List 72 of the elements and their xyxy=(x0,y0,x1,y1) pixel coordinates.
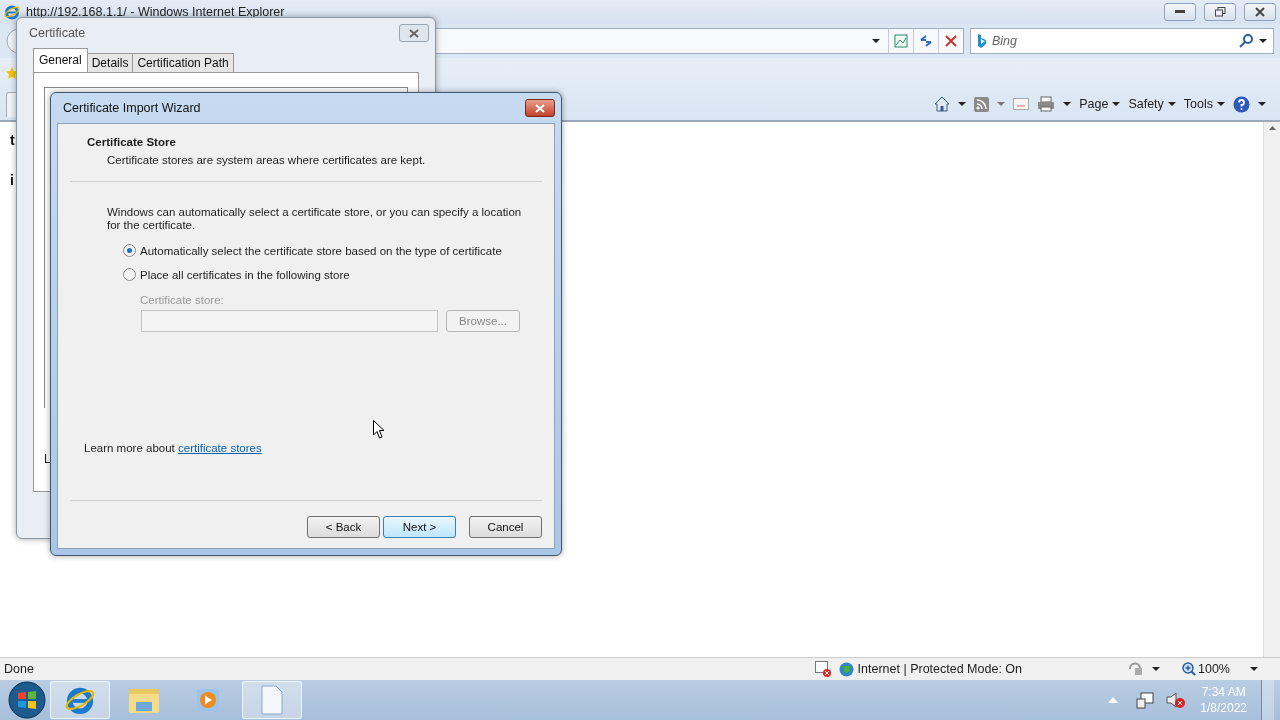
taskbar-button[interactable] xyxy=(50,681,110,719)
page-heading: i xyxy=(10,172,14,188)
zoom-level[interactable]: 100% xyxy=(1198,662,1230,676)
minimize-icon xyxy=(1175,10,1185,14)
folder-icon xyxy=(128,686,160,714)
close-icon xyxy=(535,103,545,113)
dropdown-caret[interactable] xyxy=(1152,667,1160,671)
start-button[interactable] xyxy=(8,681,46,719)
radio-button[interactable] xyxy=(123,244,136,257)
dialog-title: Certificate xyxy=(29,26,87,40)
dialog-tab[interactable]: General xyxy=(33,48,88,72)
dropdown-caret[interactable] xyxy=(1250,667,1258,671)
dropdown-caret[interactable] xyxy=(1259,39,1267,43)
close-button[interactable] xyxy=(525,99,555,117)
zone-text: Internet | Protected Mode: On xyxy=(857,662,1022,676)
feed-icon[interactable] xyxy=(974,96,990,112)
wizard-button[interactable]: Cancel xyxy=(469,516,542,538)
learn-more-text: Learn more about certificate stores xyxy=(84,442,263,454)
wizard-button[interactable]: < Back xyxy=(307,516,380,538)
volume-muted-icon[interactable] xyxy=(1166,691,1187,709)
close-icon xyxy=(409,28,419,38)
radio-label: Automatically select the certificate store based on the type of certificate xyxy=(140,244,502,257)
partial-text: L xyxy=(44,452,51,466)
certificate-stores-link[interactable]: certificate stores xyxy=(178,442,262,454)
page-heading: t xyxy=(10,132,15,148)
dialog-title: Certificate Import Wizard xyxy=(63,101,202,115)
window-title: http://192.168.1.1/ - Windows Internet Explorer xyxy=(26,5,286,19)
field-label: Certificate store: xyxy=(140,294,225,306)
star-icon[interactable] xyxy=(6,67,18,79)
dropdown-caret[interactable] xyxy=(1063,102,1072,106)
browser-icon xyxy=(65,685,95,715)
blocked-page-icon[interactable] xyxy=(814,661,831,677)
search-field[interactable]: Bing xyxy=(970,28,1274,54)
section-heading: Certificate Store xyxy=(87,136,177,148)
bing-logo-icon xyxy=(977,34,986,48)
dialog-tab[interactable]: Details xyxy=(86,53,134,72)
minimize-button[interactable] xyxy=(1164,3,1196,21)
close-icon xyxy=(1255,7,1265,17)
network-icon[interactable] xyxy=(1136,691,1155,709)
section-description: Certificate stores are system areas where certificates are kept. xyxy=(107,154,427,166)
radio-label: Place all certificates in the following store xyxy=(140,268,350,281)
browser-icon xyxy=(4,4,20,20)
print-icon[interactable] xyxy=(1037,96,1056,112)
dropdown-caret[interactable] xyxy=(1258,102,1266,106)
home-icon[interactable] xyxy=(934,96,951,112)
document-icon xyxy=(260,685,284,715)
help-icon[interactable] xyxy=(1233,95,1250,113)
dropdown-caret[interactable] xyxy=(958,102,967,106)
refresh-icon[interactable] xyxy=(919,34,933,48)
close-button[interactable] xyxy=(399,24,429,42)
dropdown-caret[interactable] xyxy=(872,39,880,43)
compatibility-icon[interactable] xyxy=(894,34,908,48)
command-menu[interactable]: Tools xyxy=(1183,97,1225,111)
globe-icon xyxy=(838,661,854,677)
show-desktop-button[interactable] xyxy=(1261,680,1274,720)
command-menu[interactable]: Safety xyxy=(1128,97,1176,111)
restore-icon xyxy=(1214,7,1226,17)
radio-button[interactable] xyxy=(123,268,136,281)
lock-icon[interactable] xyxy=(1128,662,1144,676)
stop-icon[interactable] xyxy=(945,35,957,47)
scroll-up-icon[interactable] xyxy=(1268,126,1276,130)
dialog-tab[interactable]: Certification Path xyxy=(132,53,234,72)
wizard-button[interactable]: Next > xyxy=(383,516,456,538)
search-icon[interactable] xyxy=(1239,34,1253,48)
mouse-cursor-icon xyxy=(373,420,385,439)
media-player-icon xyxy=(194,686,222,714)
status-text: Done xyxy=(4,662,34,676)
command-menu[interactable]: Page xyxy=(1079,97,1121,111)
restore-button[interactable] xyxy=(1204,3,1236,21)
zoom-icon[interactable] xyxy=(1182,662,1196,676)
intro-text: Windows can automatically select a certificate store, or you can specify a location for the certificate. xyxy=(107,206,523,232)
close-button[interactable] xyxy=(1244,3,1276,21)
